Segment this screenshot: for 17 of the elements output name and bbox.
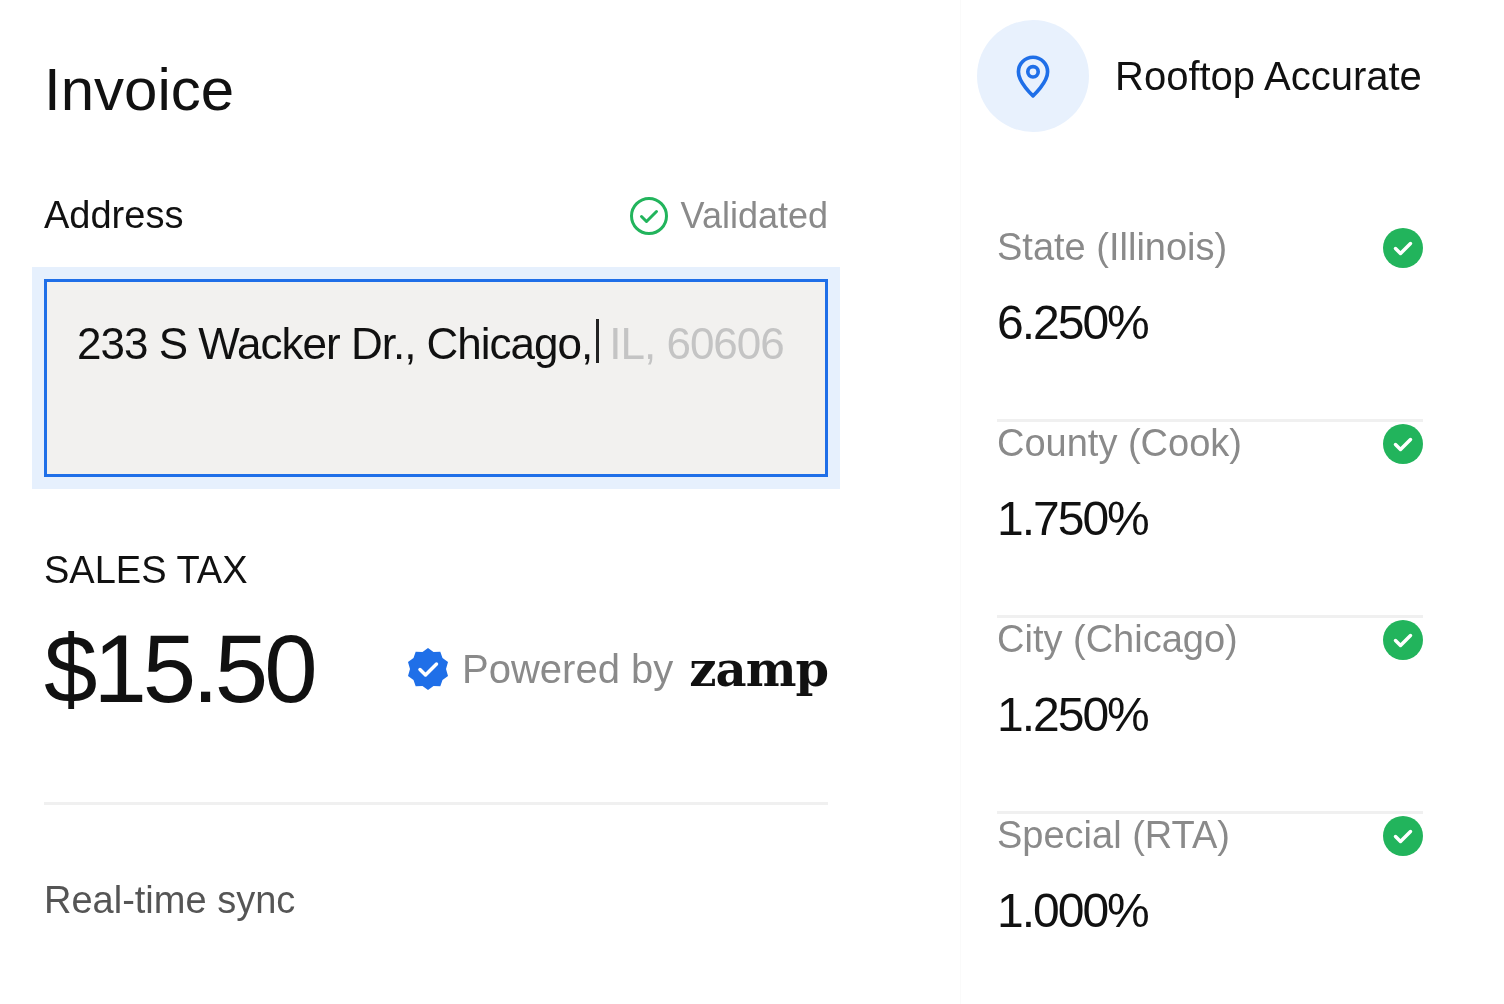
validated-status: Validated [680, 194, 828, 237]
rate-name: Special (RTA) [997, 814, 1230, 857]
rate-value: 1.250% [997, 687, 1149, 742]
rate-name: State (Illinois) [997, 226, 1228, 269]
sales-tax-amount: $15.50 [44, 614, 314, 724]
rate-name: County (Cook) [997, 422, 1242, 465]
rate-value: 1.000% [997, 883, 1149, 938]
rate-value: 1.750% [997, 491, 1149, 546]
sales-tax-label: SALES TAX [44, 549, 249, 592]
sync-label: Real-time sync [44, 879, 297, 922]
accuracy-label: Rooftop Accurate [1115, 53, 1422, 99]
powered-by-text: Powered by [462, 646, 674, 692]
brand-logo: zamp [689, 641, 828, 697]
rate-value: 6.250% [997, 295, 1149, 350]
address-label: Address [44, 194, 184, 237]
rate-name: City (Chicago) [997, 618, 1238, 661]
invoice-title: Invoice [44, 56, 236, 124]
